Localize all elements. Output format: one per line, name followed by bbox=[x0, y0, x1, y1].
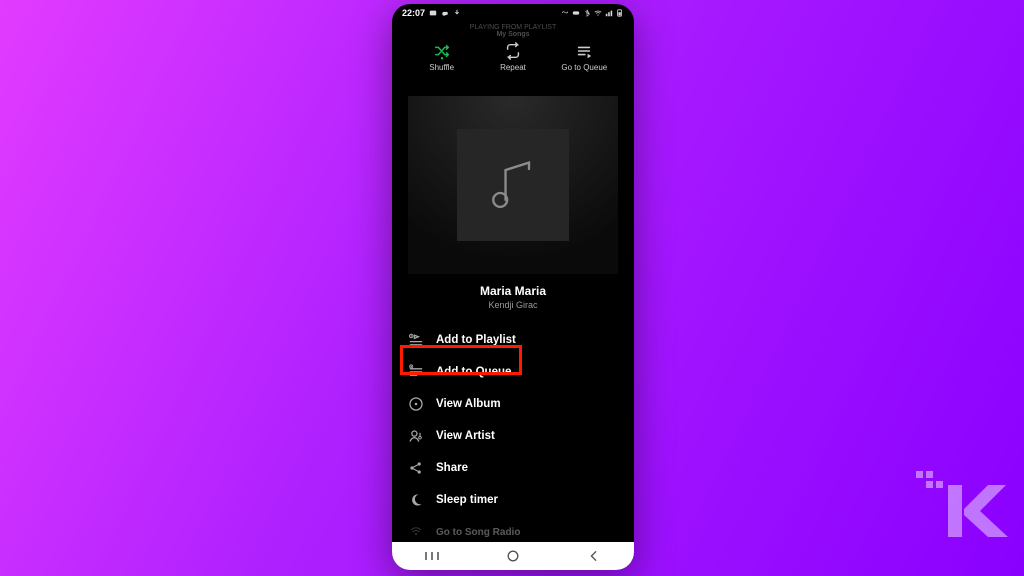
menu-label: View Artist bbox=[436, 430, 495, 442]
nav-back-button[interactable] bbox=[574, 548, 614, 564]
watermark-k bbox=[916, 471, 1008, 556]
menu-label: Share bbox=[436, 462, 468, 474]
playlist-add-icon bbox=[408, 332, 424, 348]
goto-queue-button[interactable]: Go to Queue bbox=[555, 42, 613, 72]
menu-label: Sleep timer bbox=[436, 494, 498, 506]
status-bluetooth-icon bbox=[583, 9, 591, 17]
status-bar: 22:07 bbox=[392, 4, 634, 20]
status-game-icon bbox=[572, 9, 580, 17]
radio-icon bbox=[408, 524, 424, 540]
artist-icon bbox=[408, 428, 424, 444]
menu-view-artist[interactable]: View Artist bbox=[392, 420, 634, 452]
playback-actions-row: Shuffle Repeat Go to Queue bbox=[392, 38, 634, 78]
shuffle-button[interactable]: Shuffle bbox=[413, 42, 471, 72]
nav-back-icon bbox=[588, 550, 600, 562]
nav-home-button[interactable] bbox=[493, 548, 533, 564]
album-background bbox=[408, 96, 618, 274]
repeat-button[interactable]: Repeat bbox=[484, 42, 542, 72]
queue-add-icon bbox=[408, 364, 424, 380]
repeat-icon bbox=[504, 42, 522, 60]
sheet-header-subtitle: PLAYING FROM PLAYLIST bbox=[392, 24, 634, 31]
shuffle-label: Shuffle bbox=[429, 63, 454, 72]
menu-add-to-queue[interactable]: Add to Queue bbox=[392, 356, 634, 388]
status-infinity-icon bbox=[561, 9, 569, 17]
phone-frame: 22:07 PLAYING FROM PLAYLIST My Songs bbox=[392, 4, 634, 570]
menu-sleep-timer[interactable]: Sleep timer bbox=[392, 484, 634, 516]
status-wifi-icon bbox=[594, 9, 602, 17]
status-time: 22:07 bbox=[402, 8, 425, 18]
nav-recent-button[interactable] bbox=[412, 548, 452, 564]
menu-label: View Album bbox=[436, 398, 501, 410]
album-icon bbox=[408, 396, 424, 412]
moon-icon bbox=[408, 492, 424, 508]
status-card-icon bbox=[429, 9, 437, 17]
menu-share[interactable]: Share bbox=[392, 452, 634, 484]
status-battery-icon bbox=[616, 9, 624, 17]
track-title: Maria Maria bbox=[480, 284, 546, 298]
sheet-header-title: My Songs bbox=[392, 31, 634, 38]
queue-label: Go to Queue bbox=[561, 63, 607, 72]
menu-label: Go to Song Radio bbox=[436, 527, 520, 538]
queue-icon bbox=[575, 42, 593, 60]
album-cover bbox=[457, 129, 569, 241]
menu-view-album[interactable]: View Album bbox=[392, 388, 634, 420]
repeat-label: Repeat bbox=[500, 63, 526, 72]
android-navbar bbox=[392, 542, 634, 570]
status-cloud-icon bbox=[441, 9, 449, 17]
music-note-icon bbox=[481, 153, 545, 217]
sheet-header: PLAYING FROM PLAYLIST My Songs bbox=[392, 20, 634, 38]
status-download-icon bbox=[453, 9, 461, 17]
nav-recent-icon bbox=[422, 550, 442, 562]
context-menu: Add to Playlist Add to Queue View Album … bbox=[392, 324, 634, 548]
status-signal-icon bbox=[605, 9, 613, 17]
nav-home-icon bbox=[506, 549, 520, 563]
album-area: Maria Maria Kendji Girac bbox=[392, 78, 634, 310]
menu-label: Add to Playlist bbox=[436, 334, 516, 346]
menu-add-to-playlist[interactable]: Add to Playlist bbox=[392, 324, 634, 356]
share-icon bbox=[408, 460, 424, 476]
track-artist: Kendji Girac bbox=[488, 300, 537, 310]
menu-label: Add to Queue bbox=[436, 366, 511, 378]
shuffle-icon bbox=[433, 42, 451, 60]
